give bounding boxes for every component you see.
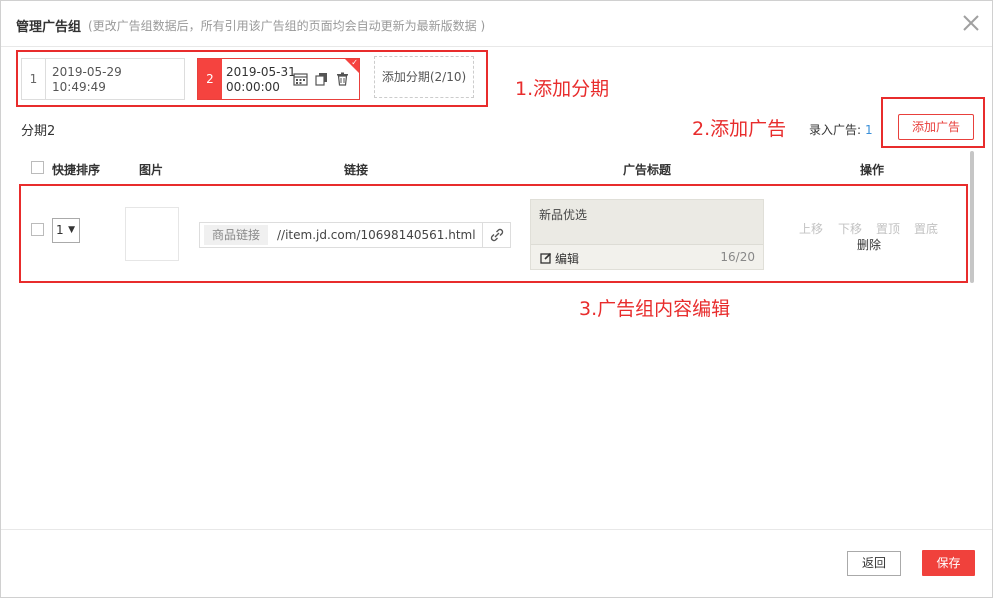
move-to-bottom-button[interactable]: 置底 <box>914 220 938 237</box>
link-icon[interactable] <box>482 223 510 247</box>
ad-title-text: 新品优选 <box>539 208 588 222</box>
ad-title-footer: 编辑 16/20 <box>531 244 763 269</box>
sort-order-select[interactable]: 1 ▼ <box>52 218 80 243</box>
dialog-title: 管理广告组 <box>16 20 82 35</box>
back-button[interactable]: 返回 <box>847 551 901 576</box>
entered-ads-info: 录入广告: 1 <box>809 121 873 138</box>
char-count: 16/20 <box>720 250 755 264</box>
sort-order-value: 1 <box>56 223 64 237</box>
ad-title-box[interactable]: 新品优选 编辑 16/20 <box>530 199 764 270</box>
caret-down-icon: ▼ <box>68 225 75 235</box>
delete-button[interactable]: 删除 <box>857 236 881 253</box>
link-type-label: 商品链接 <box>204 225 269 245</box>
current-period-label: 分期2 <box>21 124 56 139</box>
close-icon[interactable] <box>960 12 982 34</box>
edit-title-button[interactable]: 编辑 <box>540 250 579 267</box>
column-header-sort: 快捷排序 <box>52 163 101 177</box>
column-header-link: 链接 <box>344 163 369 177</box>
annotation-label-add-period: 1.添加分期 <box>515 78 610 100</box>
select-all-checkbox[interactable] <box>31 161 44 174</box>
annotation-label-edit-content: 3.广告组内容编辑 <box>579 298 731 320</box>
move-down-button[interactable]: 下移 <box>838 220 862 237</box>
dialog-header: 管理广告组 (更改广告组数据后，所有引用该广告组的页面均会自动更新为最新版数据 … <box>1 1 992 47</box>
row-checkbox[interactable] <box>31 223 44 236</box>
entered-ads-label: 录入广告: <box>809 123 862 137</box>
column-header-image: 图片 <box>139 163 164 177</box>
link-field[interactable]: 商品链接 //item.jd.com/10698140561.html <box>199 222 511 248</box>
move-up-button[interactable]: 上移 <box>799 220 823 237</box>
edit-label: 编辑 <box>555 252 580 266</box>
manage-ad-group-dialog: 管理广告组 (更改广告组数据后，所有引用该广告组的页面均会自动更新为最新版数据 … <box>0 0 993 598</box>
column-header-operations: 操作 <box>860 163 885 177</box>
annotation-label-add-ad: 2.添加广告 <box>692 118 787 140</box>
ad-image-placeholder[interactable] <box>125 207 179 261</box>
dialog-footer-divider <box>1 529 992 530</box>
edit-icon <box>540 252 552 264</box>
move-to-top-button[interactable]: 置顶 <box>876 220 900 237</box>
link-url-input[interactable]: //item.jd.com/10698140561.html <box>277 228 476 242</box>
column-header-ad-title: 广告标题 <box>623 163 672 177</box>
dialog-subtitle: (更改广告组数据后，所有引用该广告组的页面均会自动更新为最新版数据 ) <box>88 19 486 33</box>
add-ad-button[interactable]: 添加广告 <box>898 114 974 140</box>
save-button[interactable]: 保存 <box>922 550 975 576</box>
entered-ads-count: 1 <box>865 123 873 137</box>
annotation-box-periods <box>16 50 488 107</box>
vertical-scrollbar[interactable] <box>970 151 974 283</box>
